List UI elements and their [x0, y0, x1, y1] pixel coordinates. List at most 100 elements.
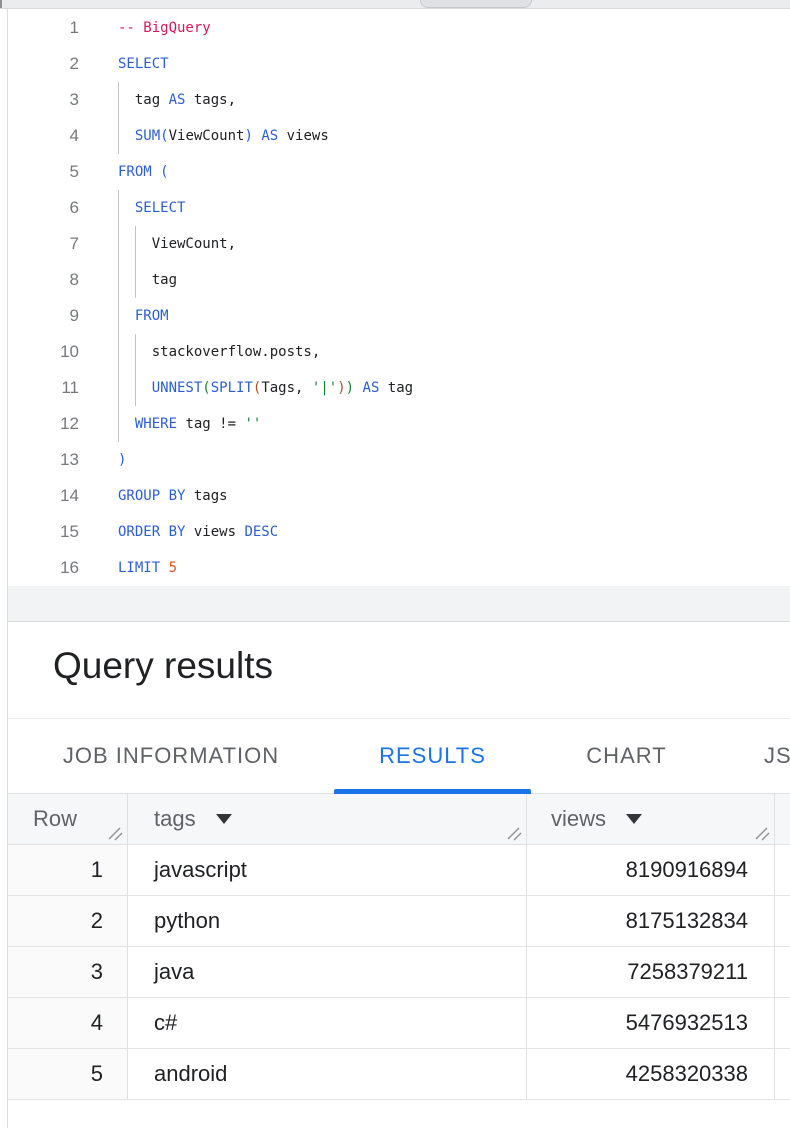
editor-tab-remnant[interactable] [420, 0, 532, 8]
tab-chart[interactable]: CHART [543, 719, 710, 793]
indent-guide [118, 406, 119, 442]
row-filler [775, 845, 790, 895]
token-id: tags, [185, 92, 236, 108]
token-num: 5 [169, 560, 177, 576]
token-b0: ) [118, 452, 126, 468]
code-text[interactable]: SUM(ViewCount) AS views [79, 118, 790, 154]
code-text[interactable]: UNNEST(SPLIT(Tags, '|')) AS tag [79, 370, 790, 406]
code-line: 2SELECT [8, 46, 790, 82]
code-text[interactable]: LIMIT 5 [79, 550, 790, 586]
code-lines: 1-- BigQuery2SELECT3 tag AS tags,4 SUM(V… [8, 10, 790, 586]
code-line: 12 WHERE tag != '' [8, 406, 790, 442]
code-line: 16LIMIT 5 [8, 550, 790, 586]
code-text[interactable]: -- BigQuery [79, 10, 790, 46]
tab-job-information[interactable]: JOB INFORMATION [20, 719, 322, 793]
column-header-label: Row [33, 806, 77, 832]
indent-guide [118, 370, 119, 406]
sort-dropdown-icon[interactable] [626, 814, 642, 824]
table-row: 2python8175132834 [8, 896, 790, 947]
tags-cell: javascript [128, 845, 527, 895]
token-kw: FROM [135, 308, 169, 324]
column-header-row[interactable]: Row [8, 794, 128, 844]
code-line: 8 tag [8, 262, 790, 298]
code-text[interactable]: FROM ( [79, 154, 790, 190]
line-number: 6 [8, 190, 79, 226]
token-b2: ) [337, 380, 345, 396]
table-body: 1javascript81909168942python81751328343j… [8, 845, 790, 1100]
line-number: 11 [8, 370, 79, 406]
tags-cell: java [128, 947, 527, 997]
indent-guide [118, 298, 119, 334]
line-number: 12 [8, 406, 79, 442]
column-header-label: tags [154, 806, 196, 832]
code-line: 5FROM ( [8, 154, 790, 190]
table-row: 1javascript8190916894 [8, 845, 790, 896]
token-id: tag != [177, 416, 244, 432]
row-number-cell: 3 [8, 947, 128, 997]
views-cell: 7258379211 [527, 947, 775, 997]
sql-editor[interactable]: 1-- BigQuery2SELECT3 tag AS tags,4 SUM(V… [8, 9, 790, 622]
views-cell: 4258320338 [527, 1049, 775, 1099]
line-number: 16 [8, 550, 79, 586]
line-number: 8 [8, 262, 79, 298]
code-text[interactable]: ViewCount, [79, 226, 790, 262]
code-text[interactable]: GROUP BY tags [79, 478, 790, 514]
code-line: 7 ViewCount, [8, 226, 790, 262]
token-id: tag [118, 92, 169, 108]
indent-guide [118, 82, 119, 118]
code-line: 15ORDER BY views DESC [8, 514, 790, 550]
token-kw: AS [363, 380, 380, 396]
code-line: 13) [8, 442, 790, 478]
code-text[interactable]: ORDER BY views DESC [79, 514, 790, 550]
indent-guide [135, 262, 136, 298]
token-id: tag [118, 272, 177, 288]
token-kw: SUM [135, 128, 160, 144]
tab-label: CHART [586, 743, 666, 769]
table-row: 4c#5476932513 [8, 998, 790, 1049]
code-text[interactable]: SELECT [79, 46, 790, 82]
tags-cell: c# [128, 998, 527, 1048]
line-number: 10 [8, 334, 79, 370]
column-resize-handle-icon[interactable] [506, 826, 522, 841]
views-cell: 5476932513 [527, 998, 775, 1048]
row-filler [775, 998, 790, 1048]
code-text[interactable]: tag [79, 262, 790, 298]
line-number: 7 [8, 226, 79, 262]
token-id: views [278, 128, 329, 144]
table-row: 3java7258379211 [8, 947, 790, 998]
token-kw: LIMIT [118, 560, 160, 576]
tab-js[interactable]: JS [722, 719, 790, 793]
editor-footer-strip [8, 586, 790, 621]
token-id: stackoverflow.posts, [118, 344, 320, 360]
token-id [118, 128, 135, 144]
indent-guide [135, 370, 136, 406]
code-line: 6 SELECT [8, 190, 790, 226]
column-resize-handle-icon[interactable] [754, 826, 770, 841]
line-number: 15 [8, 514, 79, 550]
indent-guide [135, 226, 136, 262]
token-kw: UNNEST [152, 380, 203, 396]
sort-dropdown-icon[interactable] [216, 814, 232, 824]
token-id: tags [185, 488, 227, 504]
token-id: views [185, 524, 244, 540]
line-number: 5 [8, 154, 79, 190]
line-number: 3 [8, 82, 79, 118]
column-resize-handle-icon[interactable] [107, 826, 123, 841]
code-text[interactable]: WHERE tag != '' [79, 406, 790, 442]
window-left-edge [0, 0, 2, 8]
column-header-views[interactable]: views [527, 794, 775, 844]
views-cell: 8190916894 [527, 845, 775, 895]
code-text[interactable]: SELECT [79, 190, 790, 226]
code-line: 11 UNNEST(SPLIT(Tags, '|')) AS tag [8, 370, 790, 406]
results-table: Row tags views 1javascript81909168942pytho… [8, 794, 790, 1100]
code-text[interactable]: tag AS tags, [79, 82, 790, 118]
column-header-tags[interactable]: tags [128, 794, 527, 844]
token-comment: -- BigQuery [118, 20, 211, 36]
token-id: tag [379, 380, 413, 396]
code-text[interactable]: FROM [79, 298, 790, 334]
code-text[interactable]: ) [79, 442, 790, 478]
tab-results[interactable]: RESULTS [334, 719, 531, 793]
code-text[interactable]: stackoverflow.posts, [79, 334, 790, 370]
indent-guide [118, 262, 119, 298]
token-id [118, 416, 135, 432]
